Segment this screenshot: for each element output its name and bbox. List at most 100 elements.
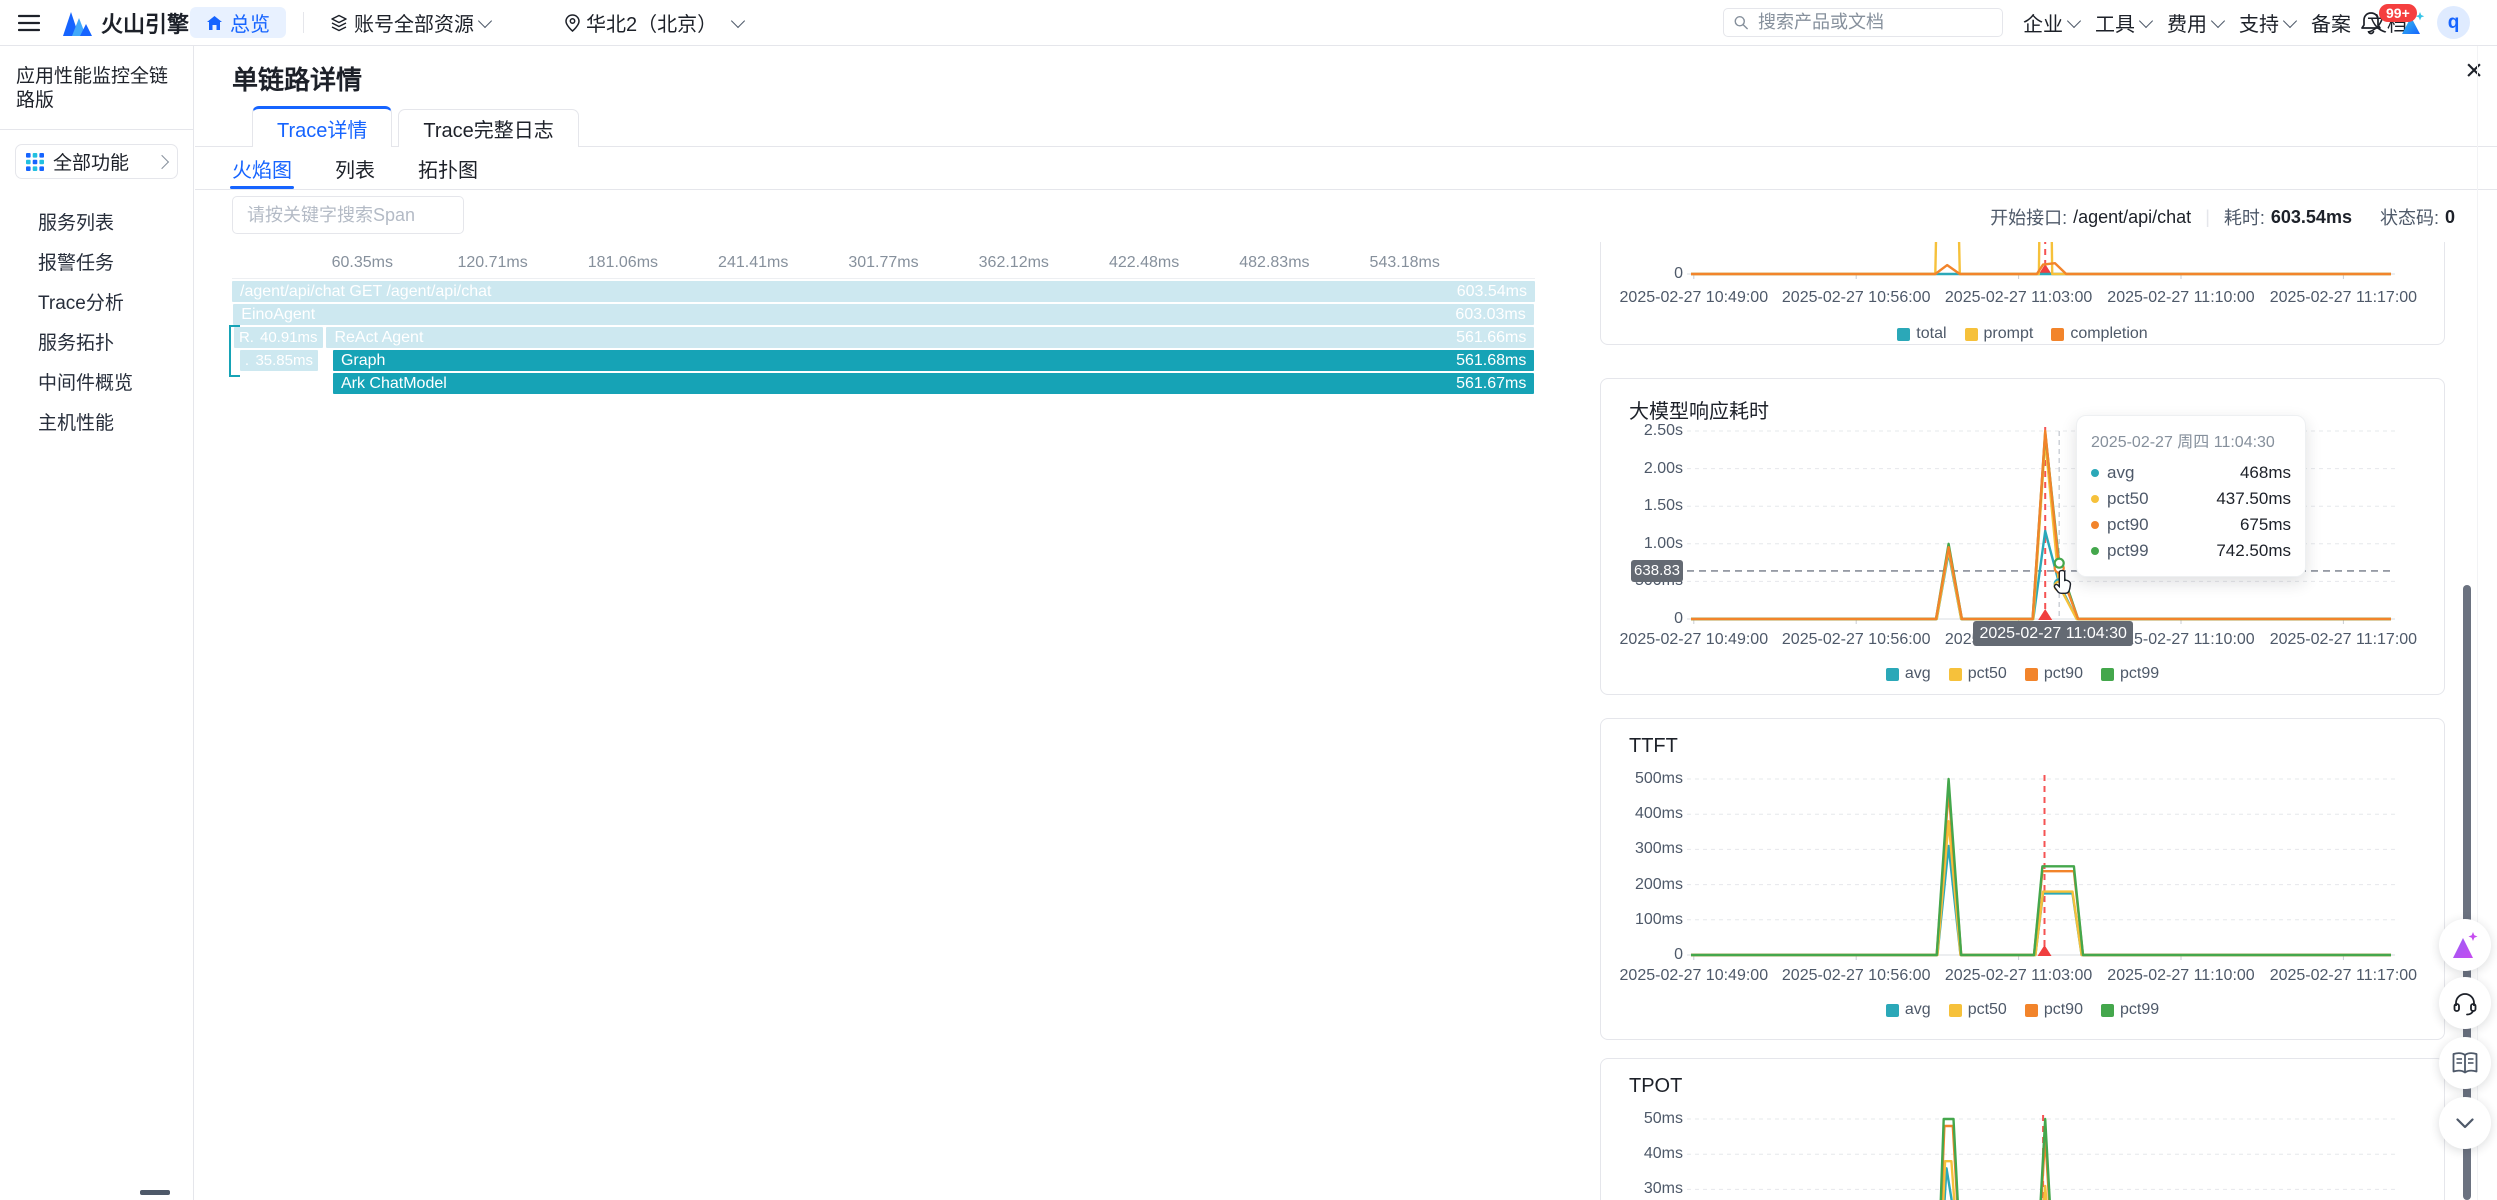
span-search-box[interactable] xyxy=(232,196,464,234)
active-subtab-underline xyxy=(230,186,294,189)
y-tick-label: 200ms xyxy=(1607,876,1683,894)
entry-label: 开始接口: xyxy=(1990,204,2067,230)
y-tick-label: 0 xyxy=(1607,946,1683,964)
avatar-initial: q xyxy=(2448,12,2460,34)
span-search-input[interactable] xyxy=(245,204,481,227)
sidebar-menu: 服务列表报警任务Trace分析服务拓扑中间件概览主机性能 xyxy=(0,187,193,441)
tooltip-series-name: avg xyxy=(2107,463,2134,483)
y-tick-label: 50ms xyxy=(1607,1110,1683,1128)
close-icon[interactable]: × xyxy=(2458,56,2490,88)
legend-item-avg[interactable]: avg xyxy=(1886,1001,1931,1019)
legend-swatch xyxy=(1886,668,1899,681)
flame-span-Ark-ChatModel[interactable]: Ark ChatModel561.67ms xyxy=(333,373,1534,394)
brand-logo[interactable]: 火山引擎 xyxy=(62,0,189,45)
sidebar-item-中间件概览[interactable]: 中间件概览 xyxy=(0,361,193,401)
legend-item-pct99[interactable]: pct99 xyxy=(2101,1001,2159,1019)
y-tick-label: 1.50s xyxy=(1607,497,1683,515)
nav-menu-支持[interactable]: 支持 xyxy=(2239,0,2295,45)
docs-floating-button[interactable] xyxy=(2439,1037,2491,1089)
sidebar-item-Trace分析[interactable]: Trace分析 xyxy=(0,281,193,321)
chevron-down-icon xyxy=(2283,13,2297,27)
chart-title: TPOT xyxy=(1629,1075,1682,1098)
chart-card-TPOT: TPOT50ms40ms30ms2025-02-27 10:49:002025-… xyxy=(1600,1058,2445,1200)
flame-span-ReAct-Agent[interactable]: ReAct Agent561.66ms xyxy=(326,327,1534,348)
nav-menu-label: 费用 xyxy=(2167,8,2207,37)
flame-axis-tick: 422.48ms xyxy=(1089,254,1199,272)
sidebar-resize-handle[interactable] xyxy=(140,1190,170,1195)
sidebar-item-label: 中间件概览 xyxy=(38,368,133,395)
flame-span-R-[interactable]: R.40.91ms xyxy=(234,327,323,348)
user-avatar[interactable]: q xyxy=(2437,6,2470,39)
chart-plot[interactable] xyxy=(1691,1119,2391,1200)
collapse-floating-button[interactable] xyxy=(2439,1097,2491,1149)
flame-graph[interactable]: 60.35ms120.71ms181.06ms241.41ms301.77ms3… xyxy=(232,252,1535,412)
sidebar-item-主机性能[interactable]: 主机性能 xyxy=(0,401,193,441)
legend-item-total[interactable]: total xyxy=(1897,325,1946,343)
flame-axis-tick: 181.06ms xyxy=(568,254,678,272)
chevron-down-icon xyxy=(478,13,492,27)
flame-span-Graph[interactable]: Graph561.68ms xyxy=(333,350,1534,371)
subtab-列表[interactable]: 列表 xyxy=(335,154,375,183)
flame-span-EinoAgent[interactable]: EinoAgent603.03ms xyxy=(233,304,1533,325)
span-duration: 603.03ms xyxy=(1455,306,1525,324)
x-tick-label: 2025-02-27 11:17:00 xyxy=(2248,967,2438,985)
legend-item-completion[interactable]: completion xyxy=(2051,325,2147,343)
legend-item-pct90[interactable]: pct90 xyxy=(2025,665,2083,683)
sidebar-product-title: 应用性能监控全链路版 xyxy=(0,45,193,130)
product-search-input[interactable] xyxy=(1756,11,1992,34)
all-features-label: 全部功能 xyxy=(53,148,129,175)
product-search-box[interactable] xyxy=(1723,8,2003,37)
legend-item-pct50[interactable]: pct50 xyxy=(1949,665,2007,683)
hamburger-menu-icon[interactable] xyxy=(18,0,40,45)
ai-assistant-floating-button[interactable] xyxy=(2439,919,2491,971)
chart-plot[interactable] xyxy=(1691,779,2391,955)
legend-swatch xyxy=(1965,328,1978,341)
hover-point-marker xyxy=(2055,559,2064,568)
span-duration: 561.66ms xyxy=(1456,329,1526,347)
span-label: /agent/api/chat GET /agent/api/chat xyxy=(240,283,491,301)
nav-menu-企业[interactable]: 企业 xyxy=(2023,0,2079,45)
tab-Trace完整日志[interactable]: Trace完整日志 xyxy=(398,109,578,147)
chart-plot[interactable] xyxy=(1691,242,2391,274)
sidebar-item-服务列表[interactable]: 服务列表 xyxy=(0,201,193,241)
sidebar-item-服务拓扑[interactable]: 服务拓扑 xyxy=(0,321,193,361)
notifications-button[interactable] xyxy=(2360,0,2382,45)
y-tick-label: 100ms xyxy=(1607,911,1683,929)
region-dropdown[interactable]: 华北2（北京） xyxy=(565,0,743,45)
chart-legend: total prompt completion xyxy=(1601,325,2444,343)
tooltip-series-name: pct99 xyxy=(2107,541,2149,561)
nav-menu-备案[interactable]: 备案 xyxy=(2311,0,2351,45)
chart-card-tokens: 02025-02-27 10:49:002025-02-27 10:56:002… xyxy=(1600,242,2445,345)
legend-item-pct99[interactable]: pct99 xyxy=(2101,665,2159,683)
nav-menu-费用[interactable]: 费用 xyxy=(2167,0,2223,45)
legend-item-avg[interactable]: avg xyxy=(1886,665,1931,683)
subtab-火焰图[interactable]: 火焰图 xyxy=(232,154,292,183)
sidebar-item-label: 主机性能 xyxy=(38,408,114,435)
sidebar-item-label: 服务拓扑 xyxy=(38,328,114,355)
resource-scope-dropdown[interactable]: 账号全部资源 xyxy=(330,0,490,45)
sidebar-item-报警任务[interactable]: 报警任务 xyxy=(0,241,193,281)
overview-label: 总览 xyxy=(230,8,270,37)
nav-menu-工具[interactable]: 工具 xyxy=(2095,0,2151,45)
flame-span--agent-api-chat-GET-agent-api-chat[interactable]: /agent/api/chat GET /agent/api/chat603.5… xyxy=(232,281,1535,302)
subtab-拓扑图[interactable]: 拓扑图 xyxy=(418,154,478,183)
legend-label: prompt xyxy=(1984,325,2034,343)
legend-swatch xyxy=(1949,668,1962,681)
legend-item-pct50[interactable]: pct50 xyxy=(1949,1001,2007,1019)
flame-axis-tick: 120.71ms xyxy=(438,254,548,272)
nav-overview-button[interactable]: 总览 xyxy=(190,7,286,38)
legend-item-pct90[interactable]: pct90 xyxy=(2025,1001,2083,1019)
tab-Trace详情[interactable]: Trace详情 xyxy=(252,106,392,147)
flame-span--[interactable]: .35.85ms xyxy=(240,350,318,371)
all-features-button[interactable]: 全部功能 xyxy=(15,144,178,179)
legend-label: pct99 xyxy=(2120,1001,2159,1019)
sidebar-item-label: 服务列表 xyxy=(38,208,114,235)
chart-tooltip: 2025-02-27 周四 11:04:30avg468mspct50437.5… xyxy=(2076,415,2306,577)
chart-title: 大模型响应耗时 xyxy=(1629,395,1769,424)
entry-value: /agent/api/chat xyxy=(2073,207,2191,228)
legend-item-prompt[interactable]: prompt xyxy=(1965,325,2034,343)
support-floating-button[interactable] xyxy=(2439,977,2491,1029)
legend-label: avg xyxy=(1905,665,1931,683)
tooltip-row-pct50: pct50437.50ms xyxy=(2091,486,2291,512)
chart-card-大模型响应耗时: 大模型响应耗时2.50s2.00s1.50s1.00s500ms0638.832… xyxy=(1600,378,2445,695)
